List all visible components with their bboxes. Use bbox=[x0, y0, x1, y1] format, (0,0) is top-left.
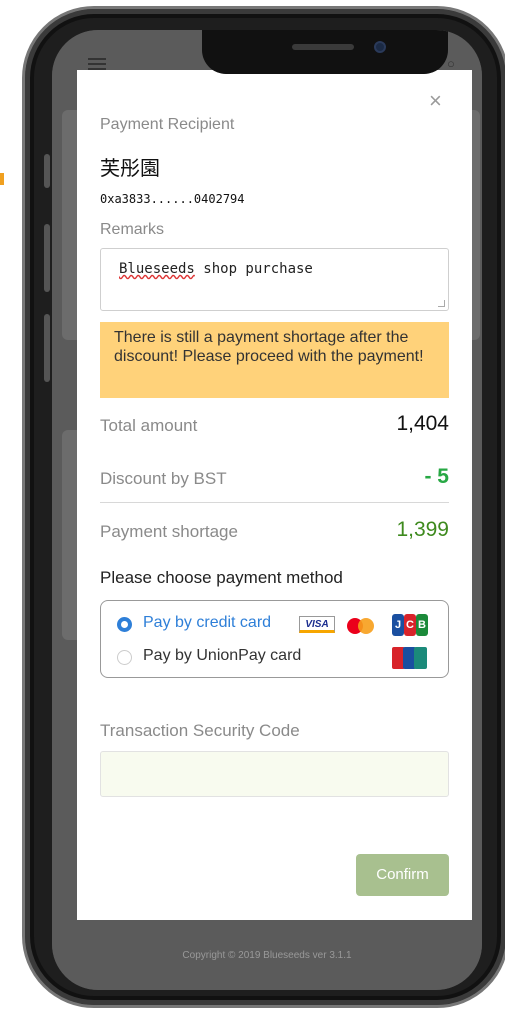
jcb-letter-j: J bbox=[392, 614, 404, 636]
payment-shortage-label: Payment shortage bbox=[100, 522, 238, 541]
summary-divider bbox=[100, 502, 449, 503]
jcb-letter-c: C bbox=[404, 614, 416, 636]
option-unionpay-card-label: Pay by UnionPay card bbox=[143, 647, 302, 664]
phone-silent-switch bbox=[44, 154, 50, 188]
edge-highlight-mark bbox=[0, 173, 4, 185]
payment-method-title: Please choose payment method bbox=[100, 568, 343, 587]
remarks-text: shop purchase bbox=[194, 261, 313, 277]
speaker-grille bbox=[292, 44, 354, 50]
remarks-text-spellcheck: Blueseeds bbox=[119, 261, 195, 277]
user-icon[interactable]: ○ bbox=[447, 56, 455, 71]
menu-icon[interactable] bbox=[88, 58, 106, 70]
confirm-button[interactable]: Confirm bbox=[356, 854, 449, 896]
option-credit-card-label: Pay by credit card bbox=[143, 614, 272, 631]
shortage-warning-banner: There is still a payment shortage after … bbox=[100, 322, 449, 398]
camera-icon bbox=[374, 41, 386, 53]
discount-value: - 5 bbox=[424, 465, 449, 488]
discount-label: Discount by BST bbox=[100, 469, 227, 488]
resize-handle-icon[interactable] bbox=[438, 300, 445, 307]
jcb-logo-icon: J C B bbox=[392, 614, 428, 636]
option-unionpay-card[interactable]: Pay by UnionPay card bbox=[117, 647, 437, 669]
recipient-label: Payment Recipient bbox=[100, 116, 235, 133]
recipient-name: 芙彤園 bbox=[100, 156, 160, 180]
phone-volume-up bbox=[44, 224, 50, 292]
total-amount-value: 1,404 bbox=[396, 412, 449, 435]
radio-unionpay-card[interactable] bbox=[117, 650, 132, 665]
total-amount-row: Total amount 1,404 bbox=[100, 412, 449, 436]
security-code-input[interactable] bbox=[100, 751, 449, 797]
phone-volume-down bbox=[44, 314, 50, 382]
total-amount-label: Total amount bbox=[100, 416, 198, 435]
recipient-address: 0xa3833......0402794 bbox=[100, 192, 245, 206]
option-credit-card[interactable]: Pay by credit card VISA J C B bbox=[117, 614, 437, 636]
close-icon[interactable]: × bbox=[429, 90, 442, 112]
radio-credit-card[interactable] bbox=[117, 617, 132, 632]
copyright-text: Copyright © 2019 Blueseeds ver 3.1.1 bbox=[182, 950, 352, 961]
unionpay-logo-icon bbox=[392, 647, 428, 669]
payment-shortage-row: Payment shortage 1,399 bbox=[100, 518, 449, 542]
remarks-label: Remarks bbox=[100, 221, 165, 238]
visa-logo-icon: VISA bbox=[299, 616, 335, 633]
jcb-letter-b: B bbox=[416, 614, 428, 636]
remarks-textarea[interactable]: Blueseeds shop purchase bbox=[100, 248, 449, 311]
payment-modal: × Payment Recipient 芙彤園 0xa3833......040… bbox=[77, 70, 472, 920]
payment-method-group: Pay by credit card VISA J C B Pay by Uni… bbox=[100, 600, 449, 678]
mastercard-logo-icon bbox=[345, 616, 379, 636]
discount-row: Discount by BST - 5 bbox=[100, 465, 449, 489]
security-code-label: Transaction Security Code bbox=[100, 721, 300, 740]
payment-shortage-value: 1,399 bbox=[396, 518, 449, 541]
phone-notch bbox=[202, 30, 448, 74]
